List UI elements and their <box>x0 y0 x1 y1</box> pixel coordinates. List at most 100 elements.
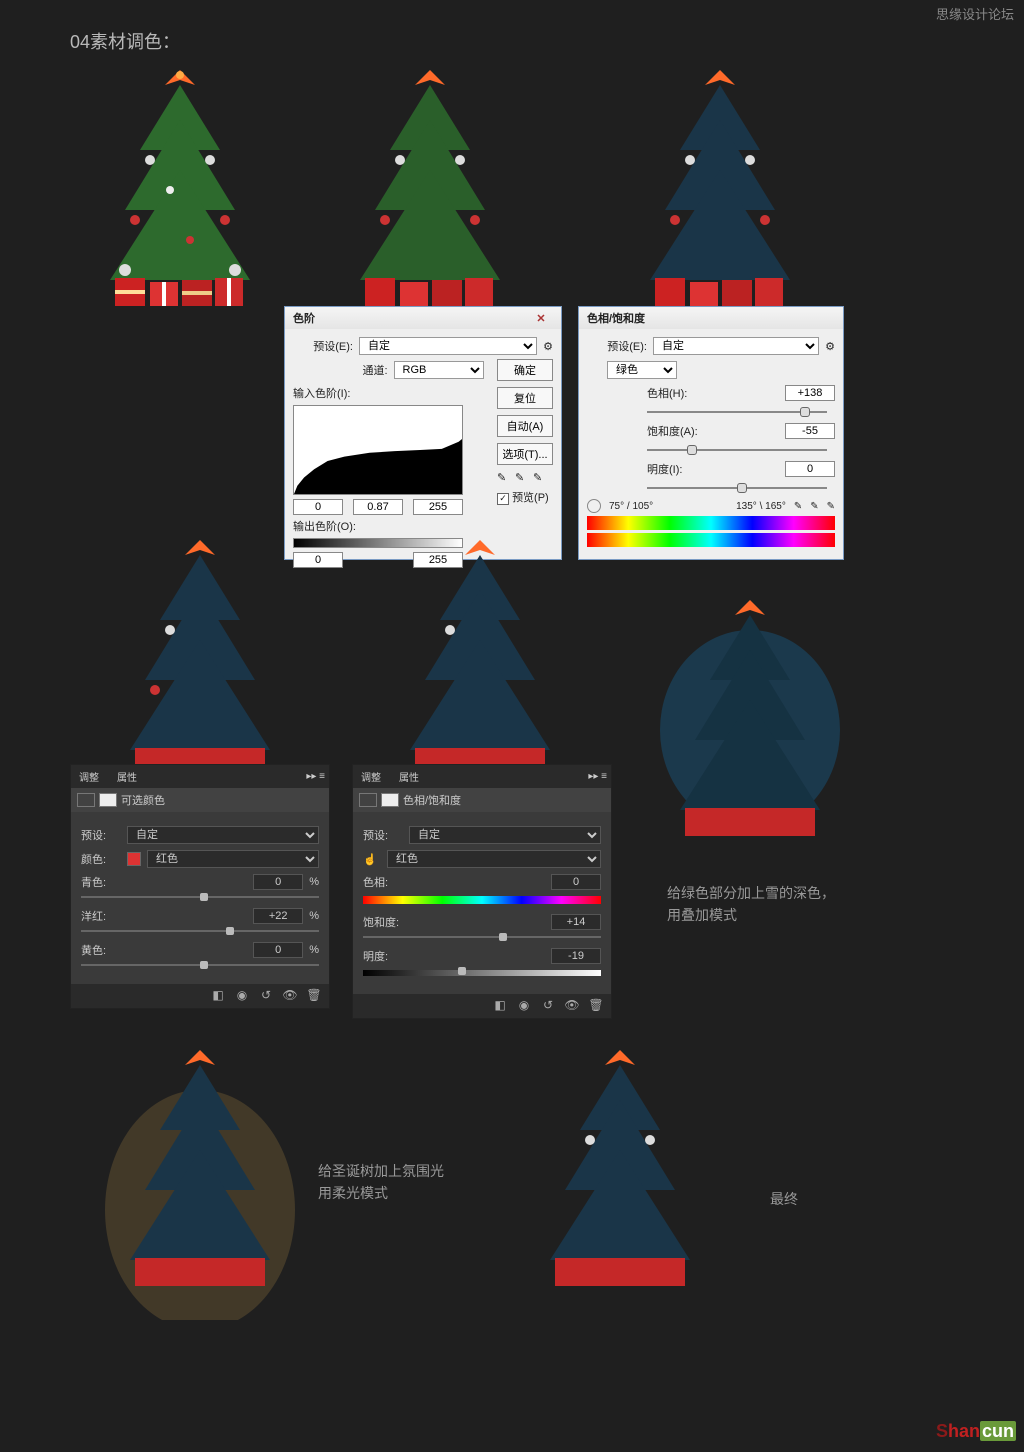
tree-levels <box>330 60 530 325</box>
annotation-snow: 给绿色部分加上雪的深色，用叠加模式 <box>667 882 847 927</box>
gear-icon[interactable]: ⚙ <box>825 340 835 353</box>
cancel-button[interactable]: 复位 <box>497 387 553 409</box>
hue-slider[interactable] <box>647 411 827 413</box>
magenta-label: 洋红: <box>81 908 121 924</box>
yellow-slider[interactable] <box>81 964 319 966</box>
input-black[interactable] <box>293 499 343 515</box>
auto-button[interactable]: 自动(A) <box>497 415 553 437</box>
sc-colors-label: 颜色: <box>81 851 121 867</box>
selective-color-panel: 调整属性▸▸ ≡ 可选颜色 预设:自定 颜色:红色 青色:% 洋红:% 黄色:%… <box>70 764 330 1009</box>
hs2-preset-select[interactable]: 自定 <box>409 826 601 844</box>
input-white[interactable] <box>413 499 463 515</box>
tab-adjust[interactable]: 调整 <box>75 767 103 786</box>
clip-icon[interactable]: ◧ <box>491 998 509 1014</box>
mask-icon <box>381 793 399 807</box>
hs2-preset-label: 预设: <box>363 827 403 843</box>
hue-spectrum-top <box>587 516 835 530</box>
sat-input[interactable] <box>785 423 835 439</box>
clip-icon[interactable]: ◧ <box>209 988 227 1004</box>
hs2-light-slider[interactable] <box>363 970 601 976</box>
output-black[interactable] <box>293 552 343 568</box>
page-title: 04素材调色： <box>70 28 180 54</box>
hue-spectrum-bottom <box>587 533 835 547</box>
magenta-input[interactable] <box>253 908 303 924</box>
eyedropper-black-icon[interactable]: ✎ <box>497 471 509 483</box>
ok-button[interactable]: 确定 <box>497 359 553 381</box>
angle2: 135° \ 165° <box>736 501 786 512</box>
finger-icon[interactable] <box>587 499 601 513</box>
histogram[interactable] <box>293 405 463 495</box>
trash-icon[interactable]: 🗑 <box>305 988 323 1004</box>
options-button[interactable]: 选项(T)... <box>497 443 553 465</box>
yellow-input[interactable] <box>253 942 303 958</box>
visibility-icon[interactable]: 👁 <box>281 988 299 1004</box>
hs-preset-select[interactable]: 自定 <box>653 337 819 355</box>
hs-preset-label: 预设(E): <box>587 338 647 354</box>
huesat-title: 色相/饱和度 <box>587 310 645 326</box>
eyedropper-white-icon[interactable]: ✎ <box>533 471 545 483</box>
eyedropper-icon[interactable]: ✎ <box>794 501 802 512</box>
input-mid[interactable] <box>353 499 403 515</box>
light-input[interactable] <box>785 461 835 477</box>
visibility-icon[interactable]: 👁 <box>563 998 581 1014</box>
hs2-sat-input[interactable] <box>551 914 601 930</box>
panel-name2: 色相/饱和度 <box>403 792 461 808</box>
magenta-slider[interactable] <box>81 930 319 932</box>
panel-menu-icon[interactable]: ▸▸ ≡ <box>306 771 325 782</box>
hue-label: 色相(H): <box>647 385 687 401</box>
preset-select[interactable]: 自定 <box>359 337 537 355</box>
sat-slider[interactable] <box>647 449 827 451</box>
annotation-final: 最终 <box>770 1188 798 1210</box>
hs2-hue-slider[interactable] <box>363 896 601 904</box>
channel-select[interactable]: RGB <box>394 361 484 379</box>
eyedropper-gray-icon[interactable]: ✎ <box>515 471 527 483</box>
tree-huesat <box>620 60 820 325</box>
site-logo: Shancun <box>936 1421 1016 1442</box>
reset-icon[interactable]: ↺ <box>257 988 275 1004</box>
angle1: 75° / 105° <box>609 501 653 512</box>
trash-icon[interactable]: 🗑 <box>587 998 605 1014</box>
sc-colors-select[interactable]: 红色 <box>147 850 319 868</box>
yellow-label: 黄色: <box>81 942 121 958</box>
preview-checkbox[interactable]: ✓ <box>497 493 509 505</box>
close-icon[interactable]: ✕ <box>529 312 553 325</box>
gear-icon[interactable]: ⚙ <box>543 340 553 353</box>
levels-dialog: 色阶✕ 预设(E):自定⚙ 通道:RGB 输入色阶(I): 输出色阶(O): 确… <box>284 306 562 560</box>
light-label: 明度(I): <box>647 461 682 477</box>
sc-preset-select[interactable]: 自定 <box>127 826 319 844</box>
levels-title: 色阶 <box>293 310 315 326</box>
reset-icon[interactable]: ↺ <box>539 998 557 1014</box>
hs2-edit-select[interactable]: 红色 <box>387 850 601 868</box>
panel-menu-icon[interactable]: ▸▸ ≡ <box>588 771 607 782</box>
light-slider[interactable] <box>647 487 827 489</box>
huesat-dialog: 色相/饱和度 预设(E):自定⚙ 绿色 色相(H): 饱和度(A): 明度(I)… <box>578 306 844 560</box>
cyan-slider[interactable] <box>81 896 319 898</box>
hs2-light-label: 明度: <box>363 948 403 964</box>
cyan-input[interactable] <box>253 874 303 890</box>
color-swatch <box>127 852 141 866</box>
watermark-forum: 思缘设计论坛 <box>936 4 1014 23</box>
hue-input[interactable] <box>785 385 835 401</box>
annotation-glow: 给圣诞树加上氛围光 用柔光模式 <box>318 1160 478 1205</box>
tree-final <box>520 1040 720 1325</box>
tree-huesat2 <box>380 530 580 795</box>
hs-edit-select[interactable]: 绿色 <box>607 361 677 379</box>
tree-original: .tfoliage{fill:#2d6a2d} <box>80 60 280 325</box>
hs2-sat-slider[interactable] <box>363 936 601 938</box>
finger-icon[interactable]: ☝ <box>363 853 381 866</box>
tree-glow <box>100 1040 300 1325</box>
view-icon[interactable]: ◉ <box>515 998 533 1014</box>
hs2-hue-input[interactable] <box>551 874 601 890</box>
cyan-label: 青色: <box>81 874 121 890</box>
tab-properties[interactable]: 属性 <box>113 767 141 786</box>
eyedropper-minus-icon[interactable]: ✎ <box>827 501 835 512</box>
tab-properties2[interactable]: 属性 <box>395 767 423 786</box>
tree-selective <box>100 530 300 795</box>
eyedropper-plus-icon[interactable]: ✎ <box>810 501 818 512</box>
hs2-sat-label: 饱和度: <box>363 914 403 930</box>
hs2-light-input[interactable] <box>551 948 601 964</box>
adjustment-icon <box>77 793 95 807</box>
view-icon[interactable]: ◉ <box>233 988 251 1004</box>
mask-icon <box>99 793 117 807</box>
tab-adjust2[interactable]: 调整 <box>357 767 385 786</box>
